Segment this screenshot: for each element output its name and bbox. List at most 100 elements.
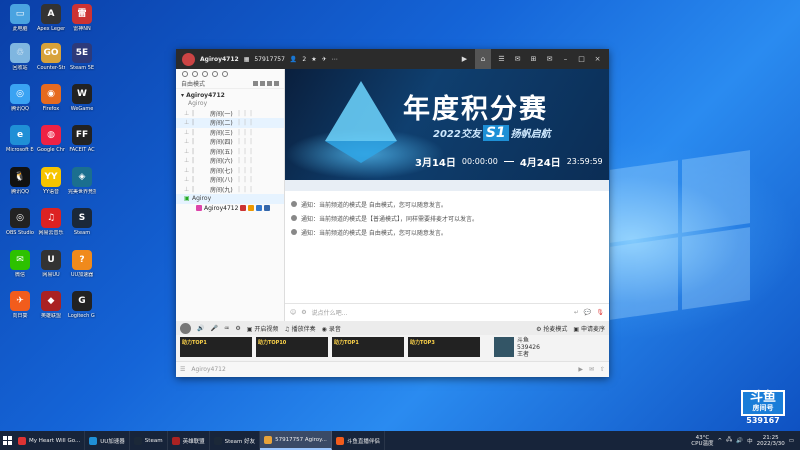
desktop-icon[interactable]: A Apex Legends [37,4,65,32]
channel-item[interactable]: ⊥ | 房间(三) ||| [176,128,284,138]
taskbar-item[interactable]: Steam [130,431,168,450]
desktop-icon[interactable]: ♲ 回收站 [6,43,34,71]
start-button[interactable] [0,431,14,450]
thumb-1[interactable]: 助力TOP1 [180,337,252,357]
grid-view-icon[interactable] [260,81,265,86]
play-music-button[interactable]: ♫ 播放伴奏 [284,324,315,333]
desktop-icon[interactable]: FF FACEIT AC [68,125,96,153]
desktop-icon[interactable]: ✈ 向日葵 [6,291,34,319]
refresh-icon[interactable] [212,71,218,77]
search-icon[interactable] [222,71,228,77]
desktop-icon[interactable]: e Microsoft Edge [6,125,34,153]
lock-icon[interactable] [274,81,279,86]
gift-icon[interactable]: ✉ [512,54,523,65]
apply-mic-button[interactable]: ▣ 申请麦序 [573,324,605,333]
weather[interactable]: 43°C CPU温度 [691,435,713,447]
hot-channel[interactable]: 斗鱼 539426 王者 [494,337,540,359]
plane-icon[interactable]: ✈ [322,56,327,63]
user-icon[interactable] [182,71,188,77]
chevron-up-icon[interactable]: ^ [717,438,722,444]
desktop-icon[interactable]: ◎ OBS Studio [6,208,34,236]
ime-icon[interactable]: 中 [747,437,753,445]
desktop-icon[interactable]: G Logitech G HUB [68,291,96,319]
list-view-icon[interactable] [253,81,258,86]
room-name[interactable]: ▾ Agiroy4712 [176,89,284,99]
doc-icon[interactable]: ☰ [496,54,507,65]
current-channel[interactable]: ▣ Agiroy [176,194,284,204]
home-icon[interactable]: ⌂ [475,49,491,69]
desktop-icon[interactable]: GO Counter-Strike Global [37,43,65,71]
settings-small-icon[interactable]: ⚙ [301,309,306,316]
minimize-icon[interactable]: – [560,54,571,65]
eq-icon[interactable]: ♒ [224,325,229,332]
speaker-icon[interactable]: 🔊 [197,325,204,332]
game-icon[interactable]: ⊞ [528,54,539,65]
channel-item[interactable]: ⊥ | 房间(五) ||| [176,147,284,157]
settings-icon[interactable] [267,81,272,86]
desktop-icon[interactable]: ◉ Firefox [37,84,65,112]
channel-item[interactable]: ⊥ | 房间(七) ||| [176,166,284,176]
thumb-2[interactable]: 助力TOP10 [256,337,328,357]
settings-ctrl-icon[interactable]: ⚙ [235,325,240,332]
thumb-3[interactable]: 助力TOP1 [332,337,404,357]
taskbar-item[interactable]: Steam 好友 [210,431,261,450]
self-avatar[interactable] [180,322,191,334]
avatar[interactable] [182,52,195,66]
notification-icon[interactable]: ▭ [789,438,794,444]
desktop-icon[interactable]: 🐧 腾讯QQ [6,167,34,195]
desktop-icon[interactable]: ? UU加速器 [68,250,96,278]
member-row[interactable]: Agiroy4712 [176,204,284,213]
title-bar[interactable]: Agiroy4712 ▦ 57917757 👤 2 ★ ✈ ⋯ ▶ ⌂ ☰ ✉ … [176,49,609,69]
desktop-icon[interactable]: S Steam [68,208,96,236]
desktop-icon[interactable]: ▭ 此电脑 [6,4,34,32]
maximize-icon[interactable]: □ [576,54,587,65]
channel-item[interactable]: ⊥ | 房间(八) ||| [176,175,284,185]
mic-icon[interactable]: 🎤 [210,325,217,332]
taskbar-item[interactable]: 英雄联盟 [168,431,210,450]
desktop-icon[interactable]: W WeGame [68,84,96,112]
desktop-icon[interactable]: ◈ 完美世界竞技平台 [68,167,96,195]
mail-icon[interactable]: ✉ [544,54,555,65]
desktop-icon[interactable]: YY YY语音 [37,167,65,195]
taskbar-item[interactable]: My Heart Will Go... [14,431,86,450]
taskbar-item[interactable]: 57917757 Agiroy... [260,431,332,450]
record-button[interactable]: ◉ 录音 [322,324,341,333]
video-icon[interactable]: ▶ [459,54,470,65]
clock[interactable]: 21:25 2022/3/30 [757,435,785,447]
emoji-icon[interactable]: ☺ [290,309,296,316]
open-video-button[interactable]: ▣ 开启视频 [247,324,279,333]
group-icon[interactable] [192,71,198,77]
channel-item[interactable]: ⊥ | 房间(一) ||| [176,109,284,119]
channel-item[interactable]: ⊥ | 房间(六) ||| [176,156,284,166]
close-icon[interactable]: × [592,54,603,65]
mode-status[interactable]: ⚙ 抢麦模式 [536,324,567,333]
star-icon[interactable]: ★ [311,56,316,63]
taskbar-item[interactable]: UU加速器 [85,431,130,450]
channel-item[interactable]: ⊥ | 房间(四) ||| [176,137,284,147]
taskbar-item[interactable]: 斗鱼直播伴侣 [332,431,385,450]
location-icon[interactable] [202,71,208,77]
enter-icon[interactable]: ↵ [574,309,579,316]
volume-icon[interactable]: 🔊 [736,438,743,444]
share-icon[interactable]: ⇧ [600,366,605,373]
mic-red-icon[interactable]: 🎙 [596,309,604,316]
desktop-icon[interactable]: ◎ 腾讯QQ [6,84,34,112]
thumb-4[interactable]: 助力TOP3 [408,337,480,357]
chat-small-icon[interactable]: ✉ [589,366,594,373]
desktop-icon[interactable]: U 网易UU [37,250,65,278]
video-small-icon[interactable]: ▶ [578,366,583,373]
desktop-icon[interactable]: ✉ 微信 [6,250,34,278]
desktop-icon[interactable]: 雷雷神NN [68,4,96,32]
event-banner[interactable]: 年度积分赛 2022交友 S1 扬帆启航 3月14日 00:00:00 4月24日 23… [285,69,609,180]
group-label[interactable]: Agiroy [176,99,284,109]
desktop-icon[interactable]: ♫ 网易云音乐 [37,208,65,236]
chat-bubble-icon[interactable]: 💬 [584,309,591,316]
network-icon[interactable]: 🖧 [726,436,732,445]
chat-input[interactable]: 说点什么吧... [312,308,569,317]
desktop-icon[interactable]: 5E Steam 5E [68,43,96,71]
desktop-icon[interactable]: ◆ 英雄联盟 [37,291,65,319]
channel-item[interactable]: ⊥ | 房间(二) ||| [176,118,284,128]
desktop-icon[interactable]: ◍ Google Chrome [37,125,65,153]
more-icon[interactable]: ⋯ [332,56,338,63]
menu-icon[interactable]: ☰ [180,366,185,373]
